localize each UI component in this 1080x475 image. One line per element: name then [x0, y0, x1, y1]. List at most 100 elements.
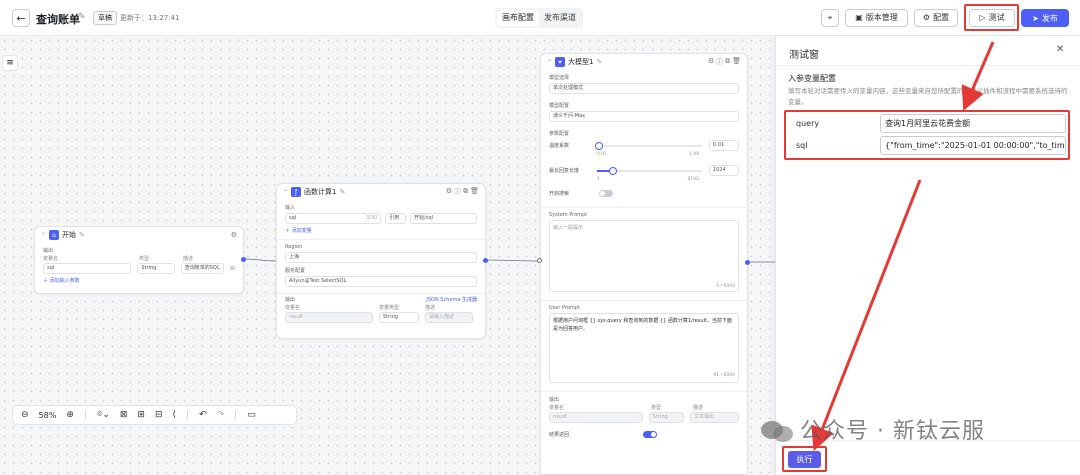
copy-icon[interactable]: ⧉ [463, 187, 468, 197]
settings-icon[interactable]: ⚙ [708, 57, 714, 67]
note-icon[interactable]: ▭ [247, 410, 256, 420]
delete-icon[interactable]: 🗑 [732, 57, 741, 67]
tokens-slider[interactable] [597, 166, 702, 175]
branch-icon[interactable]: ⟨ [173, 410, 177, 420]
var-name-query: query [796, 119, 820, 128]
version-button[interactable]: ▣ 版本管理 [845, 9, 908, 27]
collapse-icon[interactable]: ⌃ [547, 59, 552, 66]
start-var-name[interactable]: sql [43, 263, 132, 274]
zoom-out-icon[interactable]: ⊖ [21, 410, 29, 420]
watermark-text: 公众号 · 新钛云服 [800, 419, 985, 444]
func-input-ref[interactable]: 开始/sql [410, 213, 477, 224]
start-var-type[interactable]: String [137, 263, 175, 274]
settings-icon[interactable]: ⚙ [231, 231, 237, 239]
focus-button[interactable]: ⌖ [821, 9, 839, 27]
tab-canvas-config[interactable]: 画布配置 [497, 10, 539, 26]
var-row-sql: sql {"from_time":"2025-01-01 00:00:00","… [790, 136, 1066, 155]
tokens-input[interactable]: 1024 [709, 165, 739, 176]
system-prompt-placeholder: 输入一段提示 [553, 225, 584, 231]
start-node[interactable]: ⌃ ⌂ 开始 ✎ ⚙ 输出 变量名 类型 描述 sql String 查询账单的… [34, 226, 244, 294]
function-node[interactable]: ⌃ ƒ 函数计算1 ✎ ⚙ ⓘ ⧉ 🗑 输入 sql 3/30 引用 开始/sql… [276, 183, 486, 339]
zoom-in-icon[interactable]: ⊕ [66, 410, 74, 420]
start-icon: ⌂ [49, 230, 60, 240]
settings-icon[interactable]: ⚙ [446, 187, 452, 197]
model-select[interactable]: 通义千问-Max [549, 111, 739, 122]
col-type: 变量类型 [379, 305, 400, 311]
add-input-param[interactable]: ＋ 添加输入参数 [35, 274, 243, 287]
delete-icon[interactable]: 🗑 [470, 187, 479, 197]
sql-input[interactable]: {"from_time":"2025-01-01 00:00:00","to_t… [880, 136, 1066, 155]
func-input-type[interactable]: 引用 [385, 213, 407, 224]
func-input-name[interactable]: sql 3/30 [285, 213, 382, 224]
llm-output-label: 输出 [549, 397, 560, 403]
temp-max: 1.99 [688, 152, 699, 157]
fit-view-icon[interactable]: ⊠ [120, 410, 128, 420]
minimap-icon[interactable]: ⊞ [137, 410, 145, 420]
func-out-handle[interactable] [483, 258, 488, 263]
start-out-handle[interactable] [241, 257, 246, 262]
layout-icon[interactable]: ⊟ [155, 410, 163, 420]
info-icon[interactable]: ⓘ [454, 187, 461, 197]
mode-select[interactable]: 单次处理模式 [549, 83, 739, 94]
undo-icon[interactable]: ↶ [199, 410, 207, 420]
config-button[interactable]: ⚙ 配置 [914, 9, 958, 27]
start-node-title: 开始 [62, 231, 77, 239]
temp-label: 温度系数 [549, 143, 570, 149]
back-button[interactable]: ← [12, 9, 30, 27]
var-row-query: query 查询1月阿里云花费金额 [790, 114, 1066, 133]
llm-out-handle[interactable] [745, 260, 750, 265]
col-desc: 描述 [693, 405, 704, 411]
edit-icon[interactable]: ✎ [597, 58, 603, 66]
edit-icon[interactable]: ✎ [79, 231, 85, 239]
history-icon: ▣ [855, 13, 863, 22]
llm-node[interactable]: ⌃ ✦ 大模型1 ✎ ⚙ ⓘ ⧉ 🗑 模型选择 单次处理模式 模型配置 通义千问… [540, 53, 748, 475]
delete-icon[interactable]: ⊖ [230, 265, 235, 272]
user-prompt-input[interactable]: 根据用户问询框 {} sys.query 和查询到的数据 {} 函数计算1/re… [549, 313, 739, 383]
publish-button[interactable]: ➤ 发布 [1021, 9, 1069, 27]
edit-icon[interactable]: ✎ [78, 12, 86, 22]
llm-in-handle[interactable] [537, 258, 542, 263]
llm-out-type[interactable]: String [648, 412, 685, 423]
col-name: 变量名 [285, 305, 301, 311]
collapse-icon[interactable]: ⌃ [283, 189, 288, 196]
tab-publish-channel[interactable]: 发布渠道 [539, 10, 581, 26]
service-select[interactable]: Aliyun@Test SelectSQL [285, 276, 477, 287]
top-bar: ← 查询账单 ✎ 草稿 更新于：13:27:41 画布配置 发布渠道 ⌖ ▣ 版… [0, 0, 1080, 36]
func-output-label: 输出 [285, 297, 296, 303]
start-var-desc[interactable]: 查询账单的SQL [180, 263, 224, 274]
llm-icon: ✦ [555, 57, 566, 67]
json-schema-link[interactable]: JSON Schema 生成器 [426, 296, 477, 303]
collapse-icon[interactable]: ⌃ [41, 232, 46, 239]
func-out-name[interactable]: result [285, 312, 373, 323]
run-button[interactable]: 执行 [788, 451, 821, 468]
temp-slider[interactable] [595, 141, 702, 150]
system-prompt-input[interactable]: 输入一段提示 0 / 6000 [549, 220, 739, 292]
col-name: 变量名 [549, 405, 565, 411]
temp-input[interactable]: 0.01 [709, 140, 739, 151]
arrow-left-icon: ← [16, 11, 26, 25]
func-out-desc[interactable]: 请输入描述 [425, 312, 473, 323]
mouse-icon[interactable]: ⌾⌄ [97, 410, 110, 420]
redo-icon[interactable]: ↷ [217, 410, 225, 420]
search-switch[interactable] [599, 190, 613, 197]
mode-label: 模型选择 [549, 75, 570, 81]
gear-icon: ⚙ [922, 13, 931, 22]
system-prompt-count: 0 / 6000 [716, 284, 735, 289]
edit-icon[interactable]: ✎ [340, 188, 346, 196]
add-variable[interactable]: ＋ 添加变量 [277, 224, 485, 237]
col-desc: 描述 [183, 256, 194, 262]
llm-out-name[interactable]: result [549, 412, 643, 423]
col-type: 类型 [139, 256, 150, 262]
func-out-type[interactable]: String [379, 312, 419, 323]
saved-time: 更新于：13:27:41 [120, 14, 180, 22]
llm-out-desc[interactable]: 文本输出 [690, 412, 739, 423]
close-icon[interactable]: ✕ [1056, 44, 1064, 55]
copy-icon[interactable]: ⧉ [725, 57, 730, 67]
info-icon[interactable]: ⓘ [716, 57, 723, 67]
wechat-icon [761, 421, 793, 442]
region-select[interactable]: 上海 [285, 252, 477, 263]
model-label: 模型配置 [549, 103, 570, 109]
col-desc: 描述 [425, 305, 436, 311]
stream-switch[interactable] [643, 431, 657, 438]
query-input[interactable]: 查询1月阿里云花费金额 [880, 114, 1066, 133]
